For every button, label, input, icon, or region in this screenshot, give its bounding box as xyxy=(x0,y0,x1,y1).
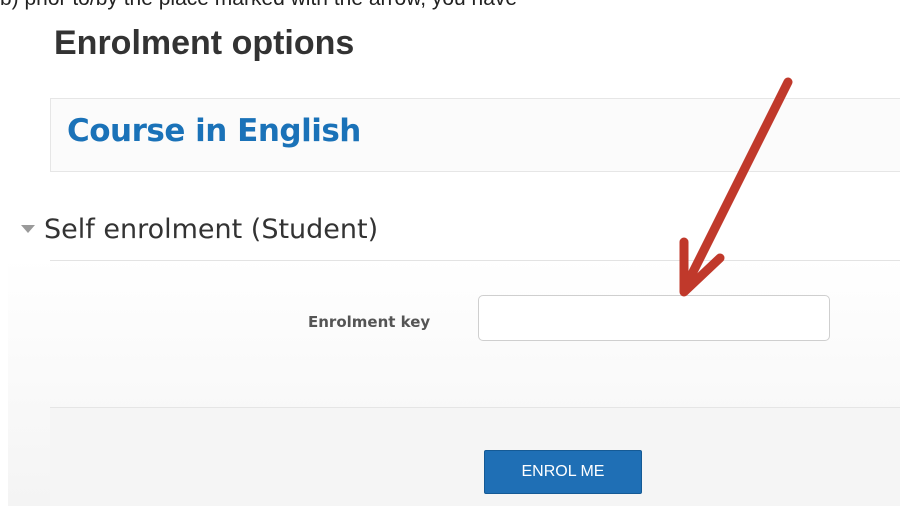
page-title: Enrolment options xyxy=(54,24,355,62)
enrol-me-button[interactable]: ENROL ME xyxy=(484,450,642,494)
self-enrolment-toggle[interactable]: Self enrolment (Student) xyxy=(20,210,378,248)
screenshot-region: Enrolment options Course in English Self… xyxy=(8,10,900,506)
course-box: Course in English xyxy=(50,98,900,172)
course-name-link[interactable]: Course in English xyxy=(67,113,361,149)
chevron-down-icon xyxy=(21,225,35,233)
section-divider xyxy=(50,260,900,261)
enrolment-key-input[interactable] xyxy=(478,295,830,341)
section-title: Self enrolment (Student) xyxy=(44,213,379,245)
enrolment-key-label: Enrolment key xyxy=(308,313,431,331)
form-footer: ENROL ME xyxy=(50,407,900,506)
